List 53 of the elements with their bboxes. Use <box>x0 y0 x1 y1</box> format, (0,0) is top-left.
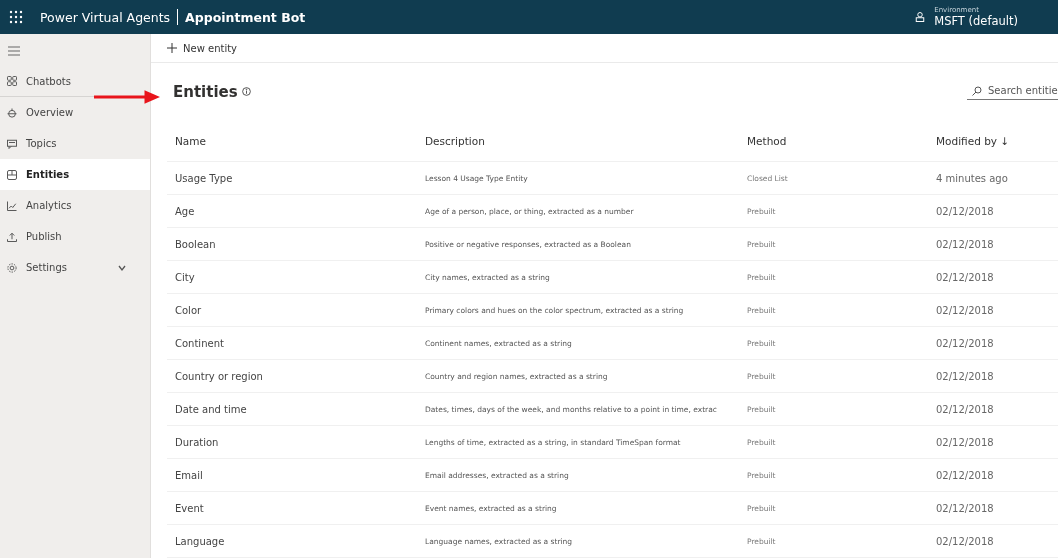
table-cell-text: Email <box>174 469 204 481</box>
page-title: Entities <box>173 82 238 101</box>
column-header[interactable]: Method <box>739 134 922 147</box>
chevron-icon[interactable] <box>118 263 126 272</box>
table-cell-text: Boolean <box>174 238 217 250</box>
table-cell-text: Age <box>174 205 196 217</box>
table-cell-text: 02/12/2018 <box>935 304 995 316</box>
sidebar-item[interactable]: Overview <box>0 97 150 128</box>
settings-icon <box>6 261 18 274</box>
environment-icon[interactable] <box>914 11 927 23</box>
search-icon <box>972 85 982 96</box>
table-cell-text: City <box>174 271 196 283</box>
table-cell-text: Continent <box>174 337 225 349</box>
table-cell-text: 02/12/2018 <box>935 502 995 514</box>
table-cell-text: Date and time <box>174 403 248 415</box>
table-cell-text: Event <box>174 502 205 514</box>
sidebar-item[interactable]: Analytics <box>0 190 150 221</box>
column-header[interactable]: Description <box>417 134 739 147</box>
column-header[interactable]: Name <box>167 134 417 147</box>
table-cell-text: Language <box>174 535 226 547</box>
table-cell-text: 02/12/2018 <box>935 535 995 547</box>
chat-icon <box>6 137 18 150</box>
table-cell-text: Country or region <box>174 370 264 382</box>
table-cell-text: Usage Type <box>174 172 234 184</box>
table-cell-text: 02/12/2018 <box>935 436 995 448</box>
app-title: Power Virtual Agents <box>40 9 171 25</box>
sidebar-item[interactable]: Settings <box>0 252 150 283</box>
sidebar-item[interactable]: Publish <box>0 221 150 252</box>
table-cell-text: 02/12/2018 <box>935 370 995 382</box>
bot-name: Appointment Bot <box>185 9 306 25</box>
sidebar-item[interactable]: Topics <box>0 128 150 159</box>
table-cell-text: 02/12/2018 <box>935 238 995 250</box>
sidebar-item[interactable]: Entities <box>0 159 150 190</box>
environment-name[interactable]: MSFT (default) <box>934 14 1018 28</box>
table-cell-text: 02/12/2018 <box>935 271 995 283</box>
table-cell-text: 4 minutes ago <box>935 172 1009 184</box>
column-header[interactable]: Modified by ↓ <box>922 134 1058 147</box>
boxes-icon <box>6 168 18 181</box>
info-icon[interactable] <box>241 87 251 97</box>
table-cell-text: Duration <box>174 436 220 448</box>
table-cell-text: 02/12/2018 <box>935 469 995 481</box>
plus-icon <box>167 43 177 54</box>
table-cell-text: 02/12/2018 <box>935 337 995 349</box>
table-cell-text: Color <box>174 304 203 316</box>
line-chart-icon <box>6 199 18 212</box>
new-entity-button[interactable]: New entity <box>167 42 238 54</box>
annotation-arrow <box>94 90 160 104</box>
upload-icon <box>6 230 18 243</box>
search-field[interactable]: Search entitie <box>967 83 1058 101</box>
robot-icon <box>6 106 18 119</box>
table-cell-text: 02/12/2018 <box>935 205 995 217</box>
grid-icon <box>6 75 18 87</box>
table-cell-text: 02/12/2018 <box>935 403 995 415</box>
